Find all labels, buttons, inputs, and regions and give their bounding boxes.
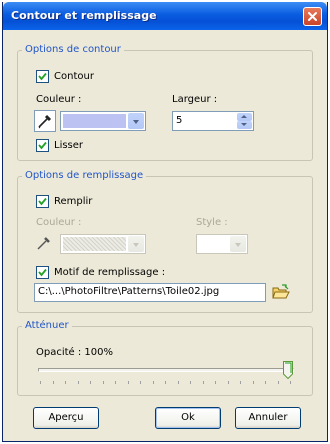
contour-eyedropper-button[interactable] [34, 110, 56, 132]
browse-pattern-button[interactable] [272, 284, 290, 300]
open-folder-icon [272, 284, 290, 299]
slider-tick [177, 381, 179, 384]
contour-options-title: Options de contour [22, 44, 124, 56]
pattern-path-field[interactable]: C:\...\PhotoFiltre\Patterns\Toile02.jpg [34, 283, 266, 302]
fill-checkbox-label[interactable]: Remplir [54, 196, 92, 208]
contour-options-group: Options de contour Contour Couleur : Lar… [17, 44, 313, 161]
fill-color-label: Couleur : [36, 217, 82, 228]
title-bar[interactable]: Contour et remplissage [3, 2, 327, 30]
pattern-checkbox-label[interactable]: Motif de remplissage : [54, 267, 165, 279]
window-title: Contour et remplissage [11, 9, 157, 22]
fill-options-group: Options de remplissage Remplir Couleur :… [17, 170, 313, 313]
fade-title: Atténuer [22, 320, 72, 332]
close-button[interactable] [303, 7, 322, 26]
contour-checkbox[interactable] [36, 70, 49, 83]
checkmark-icon [38, 197, 47, 206]
contour-color-dropdown-button[interactable] [128, 113, 144, 129]
slider-tick [102, 381, 104, 384]
slider-tick [252, 381, 254, 384]
arrow-down-icon [241, 123, 247, 126]
slider-tick [190, 381, 191, 384]
chevron-down-icon [133, 120, 139, 124]
fill-checkbox[interactable] [36, 195, 49, 208]
width-decrement-button[interactable] [237, 121, 252, 129]
eyedropper-icon [37, 237, 50, 250]
fade-group: Atténuer Opacité : 100% [17, 320, 313, 396]
slider-tick [65, 381, 66, 384]
contour-checkbox-label[interactable]: Contour [54, 71, 94, 83]
slider-tick [140, 381, 141, 384]
checkmark-icon [38, 268, 47, 277]
slider-tick [77, 381, 79, 384]
fill-style-dropdown-button[interactable] [230, 236, 246, 252]
preview-button[interactable]: Aperçu [33, 407, 99, 429]
eyedropper-icon [38, 114, 52, 129]
contour-color-swatch [63, 114, 126, 128]
opacity-slider-thumb[interactable] [283, 361, 293, 380]
slider-tick [265, 381, 266, 384]
fill-color-dropdown-button[interactable] [128, 236, 144, 252]
contour-color-select[interactable] [60, 111, 146, 131]
dialog-window: Contour et remplissage Options de contou… [2, 2, 328, 442]
opacity-label: Opacité : 100% [36, 347, 114, 358]
close-icon [308, 12, 317, 21]
slider-tick [165, 381, 166, 384]
opacity-slider-track[interactable] [38, 368, 294, 372]
slider-tick [290, 381, 291, 384]
slider-tick [215, 381, 216, 384]
checkmark-icon [38, 141, 47, 150]
contour-width-value[interactable]: 5 [176, 115, 182, 126]
fill-color-select[interactable] [60, 234, 146, 254]
fill-eyedropper-button[interactable] [34, 233, 56, 255]
chevron-down-icon [235, 243, 241, 247]
cancel-button[interactable]: Annuler [235, 407, 301, 429]
chevron-down-icon [133, 243, 139, 247]
smooth-checkbox[interactable] [36, 139, 49, 152]
slider-tick [240, 381, 241, 384]
contour-width-spinner[interactable]: 5 [172, 111, 254, 131]
slider-thumb-icon [283, 361, 293, 380]
slider-tick [40, 381, 41, 384]
ok-button[interactable]: Ok [155, 407, 221, 429]
slider-tick [115, 381, 116, 384]
width-increment-button[interactable] [237, 113, 252, 121]
slider-tick [202, 381, 204, 384]
slider-tick [152, 381, 154, 384]
fill-color-swatch-hatched [63, 237, 126, 251]
slider-tick [277, 381, 279, 384]
arrow-up-icon [241, 115, 247, 118]
slider-tick [127, 381, 129, 384]
smooth-checkbox-label[interactable]: Lisser [54, 140, 83, 152]
slider-tick [52, 381, 54, 384]
pattern-checkbox[interactable] [36, 266, 49, 279]
contour-width-label: Largeur : [172, 94, 218, 105]
slider-tick [90, 381, 91, 384]
fill-options-title: Options de remplissage [22, 170, 147, 182]
fill-style-label: Style : [196, 217, 228, 228]
checkmark-icon [38, 72, 47, 81]
fill-style-select[interactable] [196, 234, 248, 254]
slider-tick [227, 381, 229, 384]
contour-color-label: Couleur : [36, 94, 82, 105]
